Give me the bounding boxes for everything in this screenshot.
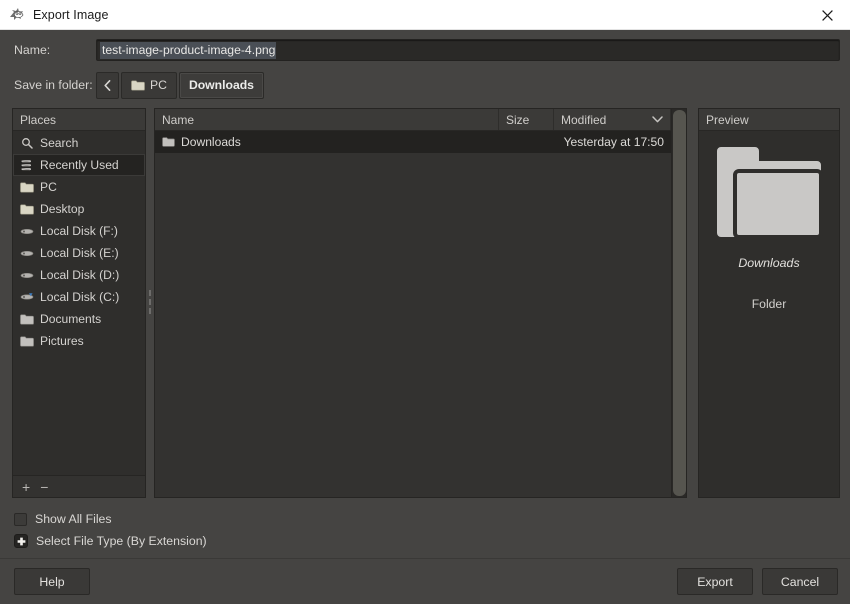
column-header-size[interactable]: Size (499, 109, 554, 130)
export-button-label: Export (697, 574, 733, 589)
sidebar-item-documents[interactable]: Documents (13, 308, 145, 330)
sidebar-item-pc[interactable]: PC (13, 176, 145, 198)
file-name: Downloads (181, 135, 241, 149)
preview-file-name: Downloads (738, 256, 800, 270)
sidebar-item-desktop[interactable]: Desktop (13, 198, 145, 220)
column-label-name: Name (162, 112, 195, 127)
chevron-left-icon (104, 79, 111, 91)
show-all-files-label: Show All Files (35, 512, 112, 526)
sidebar-item-local-disk-f[interactable]: Local Disk (F:) (13, 220, 145, 242)
name-label: Name: (14, 43, 51, 57)
breadcrumb-label-pc: PC (150, 78, 167, 92)
layout-gap (687, 108, 698, 498)
places-list: Search Recently Used PC Desktop Local Di… (13, 131, 145, 475)
folder-gray-icon (19, 334, 34, 349)
file-modified: Yesterday at 17:50 (563, 135, 664, 149)
file-list-rows: Downloads Yesterday at 17:50 (155, 131, 671, 497)
options-area: Show All Files Select File Type (By Exte… (0, 498, 850, 558)
pane-splitter[interactable] (146, 108, 154, 498)
sidebar-item-local-disk-e[interactable]: Local Disk (E:) (13, 242, 145, 264)
sidebar-label-search: Search (40, 136, 79, 150)
add-place-button[interactable]: + (22, 480, 30, 494)
table-row[interactable]: Downloads Yesterday at 17:50 (155, 131, 671, 153)
folder-icon (19, 202, 34, 217)
expander-collapsed-icon (14, 534, 28, 548)
preview-header: Preview (699, 109, 839, 131)
remove-place-button[interactable]: − (40, 480, 48, 494)
breadcrumb-item-downloads[interactable]: Downloads (178, 71, 264, 99)
sidebar-item-recently-used[interactable]: Recently Used (13, 154, 145, 176)
sidebar-label-desktop: Desktop (40, 202, 85, 216)
file-browser: Name Size Modified Downloads Yesterday a… (154, 108, 687, 498)
close-button[interactable] (804, 0, 850, 30)
filename-value: test-image-product-image-4.png (100, 41, 277, 59)
scrollbar-thumb[interactable] (673, 110, 686, 496)
sidebar-label-pc: PC (40, 180, 57, 194)
breadcrumb-label-downloads: Downloads (188, 78, 254, 92)
sidebar-label-local-disk-c: Local Disk (C:) (40, 290, 120, 304)
drive-icon (19, 246, 34, 261)
breadcrumb-item-pc[interactable]: PC (121, 71, 177, 99)
cancel-button[interactable]: Cancel (762, 568, 838, 595)
folder-icon (131, 79, 145, 91)
column-label-size: Size (506, 112, 530, 127)
export-button[interactable]: Export (677, 568, 753, 595)
drive-system-icon (19, 290, 34, 305)
column-header-modified[interactable]: Modified (554, 109, 671, 130)
sidebar-label-documents: Documents (40, 312, 102, 326)
file-chooser-area: Places Search Recently Used PC Desktop L… (0, 108, 850, 498)
gimp-wilber-icon (9, 7, 26, 23)
breadcrumb-back-button[interactable] (96, 71, 119, 99)
sidebar-item-pictures[interactable]: Pictures (13, 330, 145, 352)
places-footer: + − (13, 475, 145, 497)
sidebar-item-local-disk-d[interactable]: Local Disk (D:) (13, 264, 145, 286)
places-panel: Places Search Recently Used PC Desktop L… (12, 108, 146, 498)
window-title: Export Image (33, 7, 109, 22)
column-label-modified: Modified (561, 112, 607, 127)
folder-icon (19, 180, 34, 195)
file-list-scrollbar[interactable] (671, 109, 686, 497)
window-titlebar: Export Image (0, 0, 850, 30)
splitter-grip-icon (149, 290, 151, 316)
help-button-label: Help (39, 574, 65, 589)
dialog-footer: Help Export Cancel (0, 558, 850, 604)
show-all-files-checkbox[interactable]: Show All Files (14, 508, 850, 530)
sidebar-label-pictures: Pictures (40, 334, 84, 348)
name-row: Name: test-image-product-image-4.png (0, 30, 850, 68)
select-file-type-label: Select File Type (By Extension) (36, 534, 207, 548)
cancel-button-label: Cancel (780, 574, 820, 589)
chevron-down-icon (652, 116, 663, 123)
sidebar-label-local-disk-f: Local Disk (F:) (40, 224, 118, 238)
file-list-header: Name Size Modified (155, 109, 671, 131)
sidebar-item-local-disk-c[interactable]: Local Disk (C:) (13, 286, 145, 308)
breadcrumb: PC Downloads (96, 71, 266, 99)
preview-file-type: Folder (751, 297, 787, 311)
folder-gray-icon (162, 137, 175, 147)
folder-large-icon (711, 139, 827, 245)
sidebar-label-recently-used: Recently Used (40, 158, 119, 172)
places-header: Places (13, 109, 145, 131)
recent-icon (19, 158, 34, 173)
search-icon (19, 136, 34, 151)
save-in-folder-label: Save in folder: (14, 78, 93, 92)
sidebar-label-local-disk-e: Local Disk (E:) (40, 246, 119, 260)
sidebar-item-search[interactable]: Search (13, 132, 145, 154)
help-button[interactable]: Help (14, 568, 90, 595)
column-header-name[interactable]: Name (155, 109, 499, 130)
filename-input[interactable]: test-image-product-image-4.png (96, 39, 840, 61)
save-in-folder-row: Save in folder: PC Downloads (0, 68, 850, 108)
drive-icon (19, 268, 34, 283)
folder-gray-icon (19, 312, 34, 327)
close-icon (821, 9, 833, 21)
preview-body: Downloads Folder (699, 131, 839, 497)
sidebar-label-local-disk-d: Local Disk (D:) (40, 268, 120, 282)
preview-panel: Preview Downloads Folder (698, 108, 840, 498)
select-file-type-expander[interactable]: Select File Type (By Extension) (14, 530, 850, 552)
export-image-dialog: Export Image Name: test-image-product-im… (0, 0, 850, 604)
checkbox-icon (14, 512, 27, 526)
drive-icon (19, 224, 34, 239)
